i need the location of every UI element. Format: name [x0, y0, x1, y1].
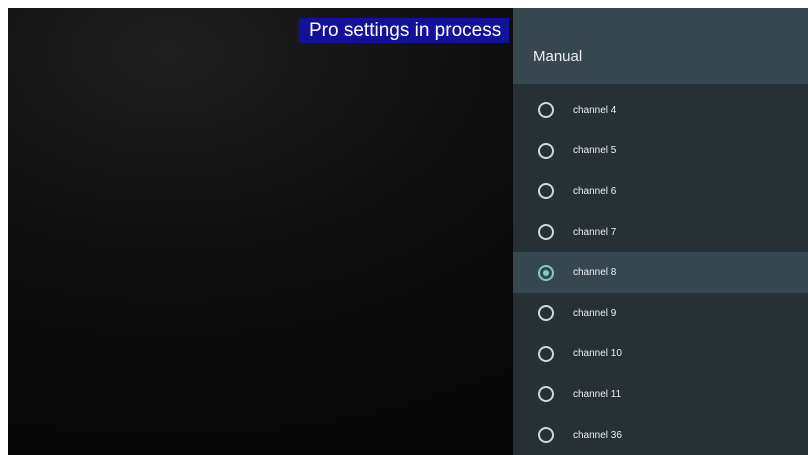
panel-header: Manual [513, 8, 808, 84]
channel-option-5[interactable]: channel 5 [513, 131, 808, 172]
channel-label: channel 6 [573, 185, 617, 197]
panel-title: Manual [533, 48, 583, 65]
channel-label: channel 36 [573, 429, 622, 441]
radio-button-icon[interactable] [538, 345, 554, 362]
channel-option-9[interactable]: channel 9 [513, 293, 808, 334]
channel-label: channel 5 [573, 145, 617, 157]
channel-option-36[interactable]: channel 36 [513, 415, 808, 455]
channel-label: channel 9 [573, 307, 617, 319]
radio-button-icon[interactable] [538, 142, 554, 159]
channel-label: channel 8 [573, 267, 617, 279]
channel-label: channel 7 [573, 226, 617, 238]
channel-label: channel 4 [573, 104, 617, 116]
radio-button-icon[interactable] [538, 427, 554, 444]
radio-button-icon[interactable] [538, 102, 554, 119]
radio-button-checked-icon[interactable] [538, 264, 554, 281]
settings-panel: Manual channel 4 channel 5 channel 6 cha… [513, 8, 808, 455]
radio-button-icon[interactable] [538, 183, 554, 200]
channel-option-8[interactable]: channel 8 [513, 252, 808, 293]
status-banner: Pro settings in process [299, 18, 510, 43]
radio-button-icon[interactable] [538, 224, 554, 241]
channel-option-10[interactable]: channel 10 [513, 334, 808, 375]
radio-button-icon[interactable] [538, 305, 554, 322]
channel-list: channel 4 channel 5 channel 6 channel 7 … [513, 90, 808, 455]
radio-button-icon[interactable] [538, 386, 554, 403]
tv-screen: Pro settings in process Manual channel 4… [8, 8, 808, 455]
channel-option-11[interactable]: channel 11 [513, 374, 808, 415]
channel-option-4[interactable]: channel 4 [513, 90, 808, 131]
channel-option-6[interactable]: channel 6 [513, 171, 808, 212]
channel-label: channel 10 [573, 348, 622, 360]
channel-option-7[interactable]: channel 7 [513, 212, 808, 253]
channel-label: channel 11 [573, 388, 622, 400]
